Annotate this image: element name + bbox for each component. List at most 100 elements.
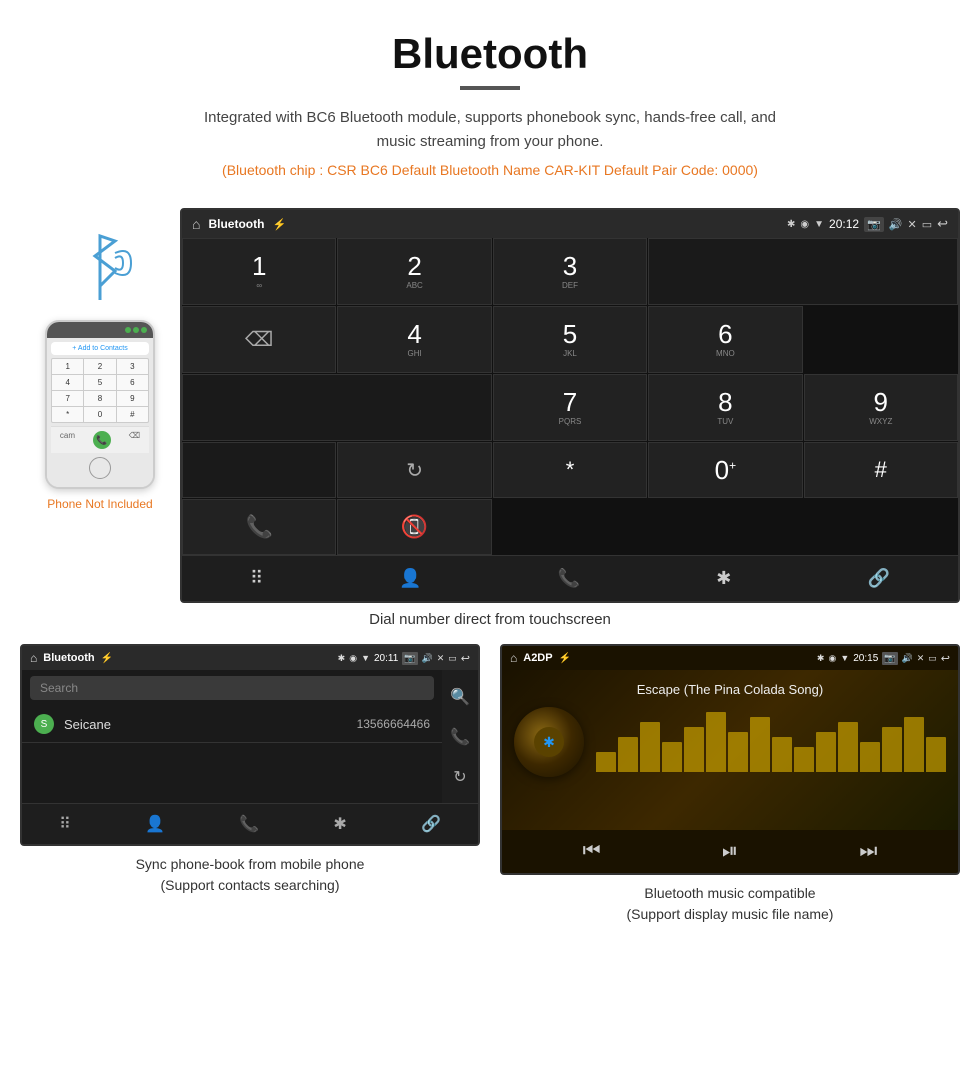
phone-status-dot3 (141, 327, 147, 333)
phone-side: + Add to Contacts 1 2 3 4 5 6 7 8 9 * 0 … (20, 208, 180, 603)
dial-key-5[interactable]: 5 JKL (493, 306, 647, 373)
eq-bar (640, 722, 660, 772)
mus-full-icon[interactable]: ▭ (928, 653, 937, 664)
contact-name: Seicane (64, 717, 357, 732)
phone-call-button[interactable]: 📞 (93, 431, 111, 449)
contacts-icon[interactable]: 👤 (399, 568, 421, 589)
dial-reload[interactable]: ↻ (337, 442, 491, 498)
fullscreen-icon[interactable]: ▭ (922, 218, 932, 231)
phonebook-empty-space (22, 743, 442, 803)
dial-key-hash[interactable]: # (804, 442, 958, 498)
dial-key-star[interactable]: * (493, 442, 647, 498)
play-pause-button[interactable]: ⏯ (722, 840, 738, 863)
dialpad-icon[interactable]: ⠿ (250, 568, 263, 589)
dial-key-1[interactable]: 1 ∞ (182, 238, 336, 305)
pb-back-icon[interactable]: ↩ (461, 652, 470, 665)
contact-entry[interactable]: S Seicane 13566664466 (22, 706, 442, 743)
pb-bt-nav-icon[interactable]: ✱ (333, 814, 346, 834)
phone-dialpad: 1 2 3 4 5 6 7 8 9 * 0 # (51, 358, 149, 423)
mus-usb-icon: ⚡ (559, 653, 571, 664)
status-bar-right: ✱ ◉ ▼ 20:12 📷 🔊 ✕ ▭ ↩ (787, 216, 948, 232)
phone-key-7: 7 (52, 391, 83, 406)
pb-phone-icon[interactable]: 📞 (239, 814, 259, 834)
home-icon[interactable]: ⌂ (192, 216, 200, 232)
phone-key-5: 5 (84, 375, 115, 390)
phonebook-item: ⌂ Bluetooth ⚡ ✱ ◉ ▼ 20:11 📷 🔊 ✕ ▭ ↩ (20, 644, 480, 925)
dial-key-6[interactable]: 6 MNO (648, 306, 802, 373)
pb-time: 20:11 (374, 653, 398, 664)
eq-bar (794, 747, 814, 772)
mus-cam-icon[interactable]: 📷 (882, 652, 897, 665)
phone-home-button[interactable] (89, 457, 111, 479)
dial-empty-2 (182, 374, 492, 441)
dial-key-9[interactable]: 9 WXYZ (804, 374, 958, 441)
phone-key-4: 4 (52, 375, 83, 390)
eq-bar (684, 727, 704, 772)
car-status-bar: ⌂ Bluetooth ⚡ ✱ ◉ ▼ 20:12 📷 🔊 ✕ ▭ ↩ (182, 210, 958, 238)
close-icon[interactable]: ✕ (907, 218, 916, 231)
bluetooth-icon-container (60, 228, 140, 308)
prev-button[interactable]: ⏮ (583, 840, 601, 863)
pb-search-icon[interactable]: 🔍 (450, 687, 470, 707)
music-main-area: Escape (The Pina Colada Song) ✱ (502, 670, 958, 830)
eq-bar (706, 712, 726, 772)
music-screen: ⌂ A2DP ⚡ ✱ ◉ ▼ 20:15 📷 🔊 ✕ ▭ ↩ (500, 644, 960, 875)
dial-key-7[interactable]: 7 PQRS (493, 374, 647, 441)
eq-bar (618, 737, 638, 772)
phonebook-search-box[interactable]: Search (30, 676, 434, 700)
pb-sync-icon[interactable]: ↻ (453, 767, 466, 787)
time-display: 20:12 (829, 217, 859, 231)
dial-key-3[interactable]: 3 DEF (493, 238, 647, 305)
location-icon: ◉ (800, 219, 809, 230)
pb-dialpad-icon[interactable]: ⠿ (59, 814, 71, 834)
pb-bt-icon: ✱ (338, 653, 346, 664)
phone-icon[interactable]: 📞 (558, 568, 580, 589)
car-head-unit-screen: ⌂ Bluetooth ⚡ ✱ ◉ ▼ 20:12 📷 🔊 ✕ ▭ ↩ 1 ∞ (180, 208, 960, 603)
page-title: Bluetooth (20, 30, 960, 78)
pb-link-icon[interactable]: 🔗 (421, 814, 441, 834)
next-button[interactable]: ⏭ (859, 840, 877, 863)
phonebook-status-bar: ⌂ Bluetooth ⚡ ✱ ◉ ▼ 20:11 📷 🔊 ✕ ▭ ↩ (22, 646, 478, 670)
dial-key-4[interactable]: 4 GHI (337, 306, 491, 373)
dial-empty-3 (182, 442, 336, 498)
eq-bar (750, 717, 770, 772)
main-caption: Dial number direct from touchscreen (0, 611, 980, 628)
dial-hangup-button[interactable]: 📵 (337, 499, 491, 555)
pb-wifi-icon: ▼ (361, 653, 370, 663)
camera-icon[interactable]: 📷 (864, 217, 884, 232)
pb-vol-icon[interactable]: 🔊 (422, 653, 433, 664)
dial-key-0[interactable]: 0+ (648, 442, 802, 498)
pb-call-icon[interactable]: 📞 (450, 727, 470, 747)
pb-full-icon[interactable]: ▭ (448, 653, 457, 664)
pb-screen-title: Bluetooth (43, 652, 94, 664)
eq-bar (904, 717, 924, 772)
pb-cam-icon[interactable]: 📷 (402, 652, 417, 665)
music-item: ⌂ A2DP ⚡ ✱ ◉ ▼ 20:15 📷 🔊 ✕ ▭ ↩ (500, 644, 960, 925)
dial-key-8[interactable]: 8 TUV (648, 374, 802, 441)
specs: (Bluetooth chip : CSR BC6 Default Blueto… (20, 162, 960, 178)
album-inner: ✱ (534, 727, 564, 757)
pb-home-icon[interactable]: ⌂ (30, 651, 37, 665)
screen-title: Bluetooth (208, 217, 264, 231)
car-action-bar: ⠿ 👤 📞 ✱ 🔗 (182, 555, 958, 601)
pb-contacts-icon[interactable]: 👤 (145, 814, 165, 834)
pb-usb-icon: ⚡ (101, 653, 113, 664)
phone-screen: + Add to Contacts 1 2 3 4 5 6 7 8 9 * 0 … (47, 338, 153, 487)
phone-status-dot2 (133, 327, 139, 333)
bluetooth-icon[interactable]: ✱ (716, 568, 731, 589)
eq-bar (662, 742, 682, 772)
mus-close-icon[interactable]: ✕ (917, 653, 925, 664)
link-icon[interactable]: 🔗 (867, 568, 889, 589)
volume-icon[interactable]: 🔊 (889, 218, 903, 231)
dial-backspace[interactable]: ⌫ (182, 306, 336, 373)
mus-vol-icon[interactable]: 🔊 (902, 653, 913, 664)
phone-key-1: 1 (52, 359, 83, 374)
phone-key-star: * (52, 407, 83, 422)
dial-call-button[interactable]: 📞 (182, 499, 336, 555)
dial-key-2[interactable]: 2 ABC (337, 238, 491, 305)
mus-home-icon[interactable]: ⌂ (510, 651, 517, 665)
pb-close-icon[interactable]: ✕ (437, 653, 445, 664)
mus-back-icon[interactable]: ↩ (941, 652, 950, 665)
page-header: Bluetooth Integrated with BC6 Bluetooth … (0, 0, 980, 208)
back-icon[interactable]: ↩ (937, 216, 948, 232)
